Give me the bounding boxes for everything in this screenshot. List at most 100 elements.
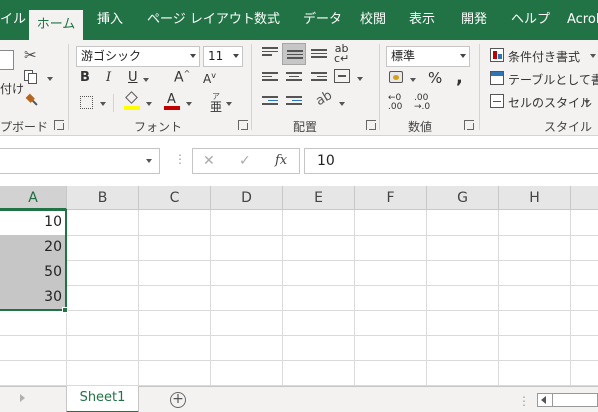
formula-bar-grip-icon[interactable]: ⋮ (174, 152, 186, 166)
gridline (0, 235, 598, 236)
gridline (0, 285, 598, 286)
ribbon-tab-bar: イル ホーム 挿入 ページ レイアウト 数式 データ 校閲 表示 開発 ヘルプ … (0, 0, 598, 40)
format-table-icon[interactable] (490, 71, 504, 85)
increase-decimal-button[interactable]: ←0 .00 (388, 94, 402, 112)
borders-dropdown-icon[interactable] (100, 102, 106, 106)
column-header-g[interactable]: G (427, 186, 499, 210)
copy-dropdown-icon[interactable] (47, 77, 53, 81)
align-middle-button[interactable] (282, 43, 306, 65)
tab-page-layout[interactable]: ページ レイアウト (147, 0, 255, 40)
accounting-dropdown-icon[interactable] (410, 78, 416, 82)
decrease-indent-icon[interactable] (262, 96, 278, 108)
group-divider (251, 44, 252, 130)
add-sheet-icon[interactable]: + (170, 392, 186, 408)
tab-view[interactable]: 表示 (409, 0, 435, 40)
sheet-tab-sheet1[interactable]: Sheet1 (66, 386, 139, 412)
italic-button[interactable]: I (106, 70, 111, 85)
orientation-icon[interactable]: ab (313, 88, 335, 109)
next-sheet-icon[interactable] (20, 394, 25, 402)
conditional-format-button[interactable]: 条件付き書式 (508, 48, 580, 65)
font-color-button[interactable]: A (164, 92, 180, 110)
align-left-icon[interactable] (262, 72, 278, 84)
column-header-next[interactable] (571, 186, 598, 210)
worksheet-grid[interactable]: A B C D E F G H 10 20 50 30 (0, 186, 598, 386)
format-as-table-button[interactable]: テーブルとして書式 (508, 71, 598, 88)
grow-font-button[interactable]: A^ (174, 69, 190, 86)
comma-style-button[interactable]: , (456, 67, 463, 88)
number-format-select[interactable]: 標準 (386, 46, 470, 67)
cell-styles-button[interactable]: セルのスタイル (508, 94, 592, 111)
borders-icon[interactable] (80, 96, 93, 109)
tab-insert[interactable]: 挿入 (97, 0, 123, 40)
scroll-left-icon[interactable] (541, 396, 546, 404)
split-grip-icon[interactable]: ⋮ (518, 394, 530, 408)
merge-center-icon[interactable] (334, 69, 350, 83)
cut-icon[interactable]: ✂ (24, 46, 37, 64)
column-header-e[interactable]: E (283, 186, 355, 210)
bold-button[interactable]: B (80, 70, 90, 85)
column-header-h[interactable]: H (499, 186, 571, 210)
phonetic-dropdown-icon[interactable] (226, 102, 232, 106)
name-box[interactable] (0, 148, 160, 174)
styles-group-label: スタイル (544, 120, 593, 134)
number-group-label: 数値 (408, 120, 433, 134)
copy-icon[interactable] (24, 70, 38, 84)
column-header-c[interactable]: C (139, 186, 211, 210)
format-painter-icon[interactable] (24, 92, 41, 109)
column-header-a[interactable]: A (0, 186, 67, 210)
orientation-dropdown-icon[interactable] (339, 102, 345, 106)
font-name-value: 游ゴシック (81, 49, 142, 63)
fill-handle[interactable] (62, 307, 68, 313)
formula-buttons: ✕ ✓ fx (192, 148, 300, 174)
insert-function-icon[interactable]: fx (275, 153, 287, 168)
tab-review[interactable]: 校閲 (360, 0, 386, 40)
column-header-d[interactable]: D (211, 186, 283, 210)
group-divider (379, 44, 380, 130)
column-header-b[interactable]: B (67, 186, 139, 210)
horizontal-scrollbar[interactable] (537, 393, 598, 407)
clipboard-launcher-icon[interactable] (54, 120, 64, 130)
percent-button[interactable]: % (428, 69, 442, 87)
column-header-f[interactable]: F (355, 186, 427, 210)
tab-home[interactable]: ホーム (29, 10, 83, 40)
alignment-launcher-icon[interactable] (366, 120, 376, 130)
formula-input[interactable]: 10 (304, 148, 598, 174)
increase-indent-icon[interactable] (286, 96, 302, 108)
tab-data[interactable]: データ (303, 0, 342, 40)
underline-dropdown-icon[interactable] (143, 78, 149, 82)
tab-developer[interactable]: 開発 (461, 0, 487, 40)
font-launcher-icon[interactable] (238, 120, 248, 130)
align-right-icon[interactable] (311, 72, 327, 84)
cell-styles-icon[interactable] (490, 94, 504, 108)
align-top-icon[interactable] (262, 47, 278, 59)
ribbon: 付け ✂ プボード 游ゴシック 11 B I U A^ Av A ア 亜 フォン… (0, 40, 598, 136)
conditional-format-icon[interactable] (490, 48, 504, 62)
tab-formulas[interactable]: 数式 (254, 0, 280, 40)
tab-file[interactable]: イル (0, 0, 26, 40)
font-group-label: フォント (134, 120, 183, 134)
align-center-icon[interactable] (286, 72, 302, 84)
cell-styles-dropdown-icon[interactable] (584, 100, 590, 104)
font-color-dropdown-icon[interactable] (186, 102, 192, 106)
accounting-format-icon[interactable] (389, 71, 403, 83)
name-box-dropdown-icon[interactable] (146, 159, 152, 163)
tab-acrobat[interactable]: Acrob (567, 0, 598, 40)
fill-color-dropdown-icon[interactable] (146, 102, 152, 106)
font-name-select[interactable]: 游ゴシック (76, 46, 200, 67)
cancel-icon[interactable]: ✕ (203, 153, 215, 169)
wrap-text-icon[interactable]: ab c↵ (334, 43, 349, 64)
paste-icon[interactable] (0, 50, 14, 70)
underline-button[interactable]: U (128, 70, 138, 85)
merge-dropdown-icon[interactable] (357, 77, 363, 81)
enter-icon[interactable]: ✓ (239, 153, 251, 169)
align-bottom-icon[interactable] (311, 49, 327, 61)
chevron-down-icon (233, 54, 239, 58)
tab-help[interactable]: ヘルプ (511, 0, 550, 40)
number-launcher-icon[interactable] (464, 120, 474, 130)
font-size-select[interactable]: 11 (203, 46, 243, 67)
conditional-format-dropdown-icon[interactable] (590, 54, 596, 58)
fill-color-button[interactable] (124, 91, 140, 110)
shrink-font-button[interactable]: Av (203, 71, 216, 86)
paste-label[interactable]: 付け (0, 80, 24, 97)
decrease-decimal-button[interactable]: .00 →.0 (414, 94, 430, 112)
